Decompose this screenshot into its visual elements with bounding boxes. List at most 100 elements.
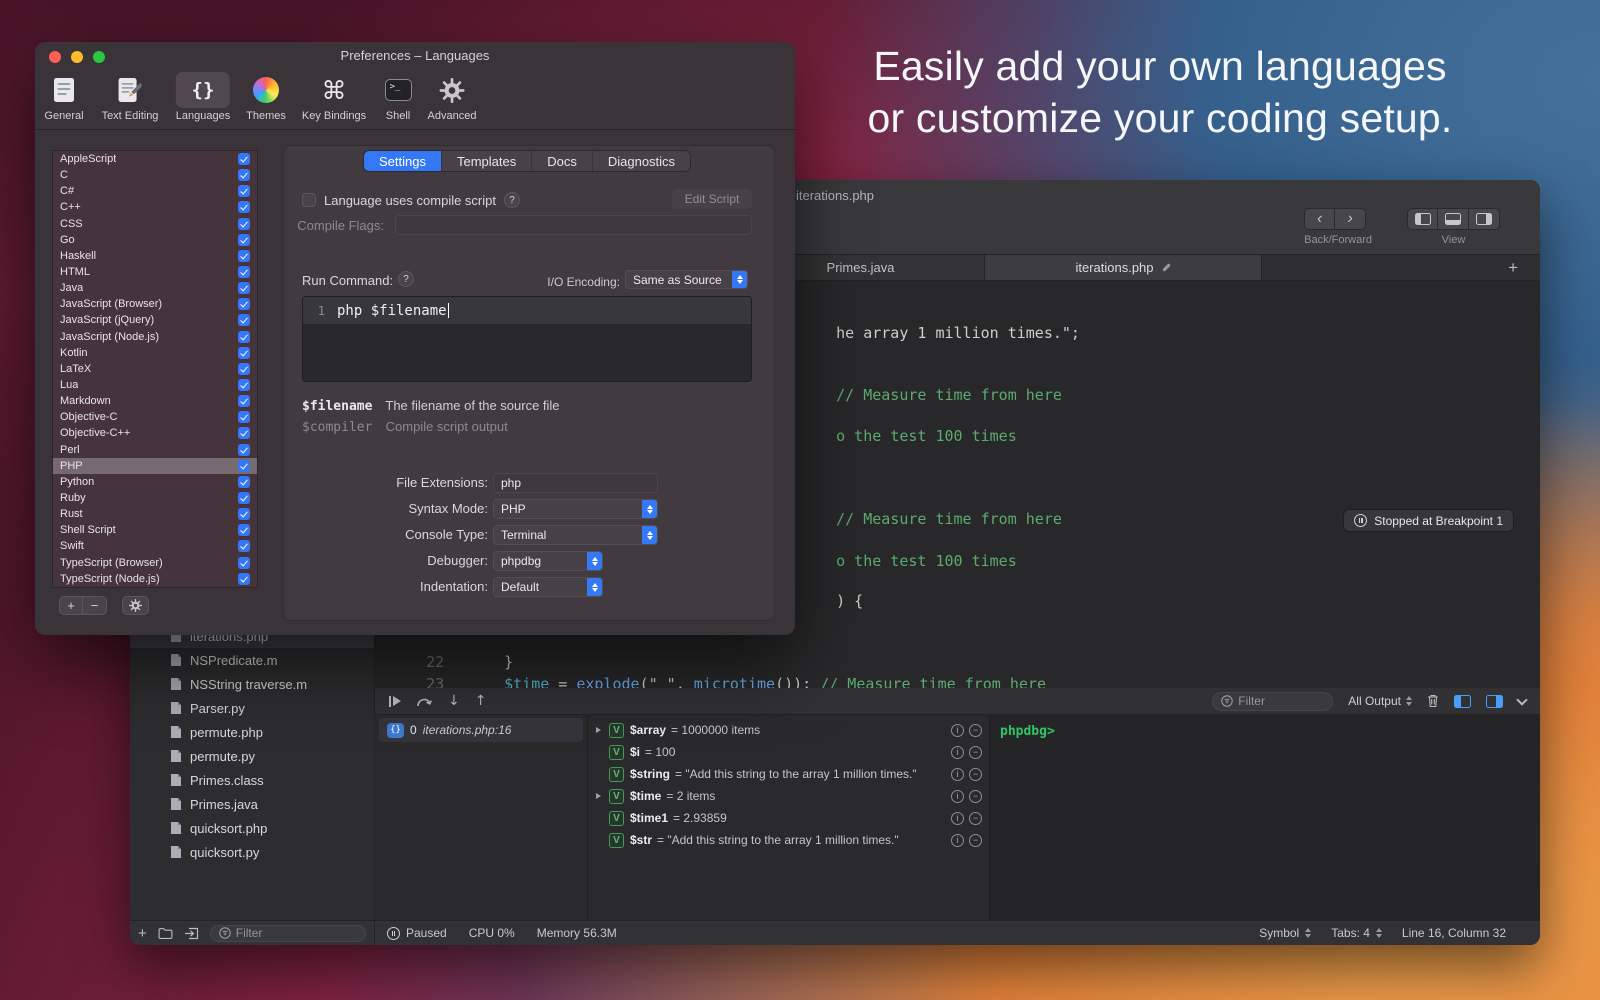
language-checkbox[interactable] [238, 347, 250, 359]
language-checkbox[interactable] [238, 266, 250, 278]
language-row[interactable]: Perl [53, 442, 257, 458]
language-row[interactable]: TypeScript (Browser) [53, 555, 257, 571]
file-filter[interactable] [210, 925, 366, 942]
remove-icon[interactable] [969, 746, 982, 759]
prefs-tab-text-editing[interactable]: Text Editing [102, 72, 159, 122]
remove-icon[interactable] [969, 768, 982, 781]
compile-flags-field[interactable] [395, 215, 752, 235]
info-icon[interactable] [951, 724, 964, 737]
language-checkbox[interactable] [238, 314, 250, 326]
prefs-tab-languages[interactable]: {} Languages [176, 72, 230, 122]
language-row[interactable]: Haskell [53, 248, 257, 264]
debugger-select[interactable]: phpdbg [493, 551, 603, 571]
prefs-tab-themes[interactable]: Themes [243, 72, 289, 122]
language-checkbox[interactable] [238, 331, 250, 343]
file-row[interactable]: NSString traverse.m [130, 672, 374, 696]
add-folder-button[interactable] [158, 928, 173, 939]
compile-script-checkbox[interactable] [302, 193, 316, 207]
tabs-select[interactable]: Tabs: 4 [1331, 925, 1382, 941]
remove-icon[interactable] [969, 790, 982, 803]
variable-row[interactable]: $time1 = 2.93859 [588, 807, 989, 829]
file-row[interactable]: NSPredicate.m [130, 648, 374, 672]
language-checkbox[interactable] [238, 169, 250, 181]
console-type-select[interactable]: Terminal [493, 525, 658, 545]
language-checkbox[interactable] [238, 234, 250, 246]
prefs-tab-key-bindings[interactable]: Key Bindings [302, 72, 366, 122]
language-row[interactable]: JavaScript (jQuery) [53, 312, 257, 328]
variable-row[interactable]: $string = "Add this string to the array … [588, 763, 989, 785]
help-icon[interactable] [504, 192, 520, 208]
console-filter-input[interactable] [1238, 694, 1324, 708]
remove-language-button[interactable]: − [83, 596, 107, 615]
file-row[interactable]: quicksort.php [130, 816, 374, 840]
file-row[interactable]: permute.py [130, 744, 374, 768]
language-row[interactable]: PHP [53, 458, 257, 474]
remove-icon[interactable] [969, 834, 982, 847]
language-checkbox[interactable] [238, 492, 250, 504]
debug-console[interactable]: phpdbg> [990, 715, 1540, 920]
language-row[interactable]: C# [53, 183, 257, 199]
tab-settings[interactable]: Settings [364, 151, 442, 171]
tab-templates[interactable]: Templates [442, 151, 532, 171]
toggle-left-pane-button[interactable] [1454, 695, 1471, 708]
language-row[interactable]: Swift [53, 538, 257, 554]
clear-console-button[interactable] [1427, 694, 1439, 708]
toggle-right-pane-button[interactable] [1486, 695, 1503, 708]
file-row[interactable]: Parser.py [130, 696, 374, 720]
language-row[interactable]: Kotlin [53, 345, 257, 361]
indentation-select[interactable]: Default [493, 577, 603, 597]
language-row[interactable]: Lua [53, 377, 257, 393]
prefs-tab-shell[interactable]: Shell [375, 72, 421, 122]
breakpoint-item[interactable]: 0 iterations.php:16 [379, 718, 583, 742]
view-sidebar-button[interactable] [1407, 208, 1438, 230]
language-checkbox[interactable] [238, 250, 250, 262]
file-extensions-field[interactable]: php [493, 473, 658, 493]
forward-button[interactable] [1335, 208, 1366, 230]
prefs-tab-advanced[interactable]: Advanced [428, 72, 477, 122]
language-checkbox[interactable] [238, 411, 250, 423]
output-filter-select[interactable]: All Output [1348, 693, 1412, 709]
language-checkbox[interactable] [238, 460, 250, 472]
zoom-button[interactable] [93, 51, 105, 63]
tab-diagnostics[interactable]: Diagnostics [593, 151, 690, 171]
info-icon[interactable] [951, 790, 964, 803]
language-checkbox[interactable] [238, 395, 250, 407]
tab-docs[interactable]: Docs [532, 151, 593, 171]
edit-script-button[interactable]: Edit Script [672, 189, 752, 209]
language-checkbox[interactable] [238, 444, 250, 456]
io-encoding-select[interactable]: Same as Source [625, 270, 748, 289]
language-row[interactable]: C++ [53, 199, 257, 215]
export-button[interactable] [184, 927, 199, 940]
file-row[interactable]: Primes.class [130, 768, 374, 792]
language-row[interactable]: JavaScript (Node.js) [53, 329, 257, 345]
symbol-select[interactable]: Symbol [1259, 925, 1311, 941]
syntax-mode-select[interactable]: PHP [493, 499, 658, 519]
language-row[interactable]: LaTeX [53, 361, 257, 377]
console-filter[interactable] [1212, 692, 1333, 711]
view-inspector-button[interactable] [1469, 208, 1500, 230]
close-button[interactable] [49, 51, 61, 63]
prefs-tab-general[interactable]: General [41, 72, 87, 122]
language-actions-button[interactable] [122, 596, 149, 615]
file-row[interactable]: permute.php [130, 720, 374, 744]
language-row[interactable]: Go [53, 232, 257, 248]
language-checkbox[interactable] [238, 573, 250, 585]
variable-row[interactable]: $array = 1000000 items [588, 719, 989, 741]
language-checkbox[interactable] [238, 363, 250, 375]
variable-row[interactable]: $i = 100 [588, 741, 989, 763]
step-over-button[interactable] [416, 695, 433, 708]
language-row[interactable]: AppleScript [53, 151, 257, 167]
language-checkbox[interactable] [238, 298, 250, 310]
variable-row[interactable]: $time = 2 items [588, 785, 989, 807]
language-row[interactable]: Markdown [53, 393, 257, 409]
file-row[interactable]: Primes.java [130, 792, 374, 816]
run-command-editor[interactable]: 1 php $filename [302, 296, 752, 382]
language-checkbox[interactable] [238, 153, 250, 165]
view-console-button[interactable] [1438, 208, 1469, 230]
minimize-button[interactable] [71, 51, 83, 63]
remove-icon[interactable] [969, 724, 982, 737]
disclosure-triangle-icon[interactable] [596, 727, 607, 733]
language-row[interactable]: CSS [53, 216, 257, 232]
add-language-button[interactable]: + [59, 596, 83, 615]
add-tab-button[interactable]: + [1508, 259, 1518, 276]
